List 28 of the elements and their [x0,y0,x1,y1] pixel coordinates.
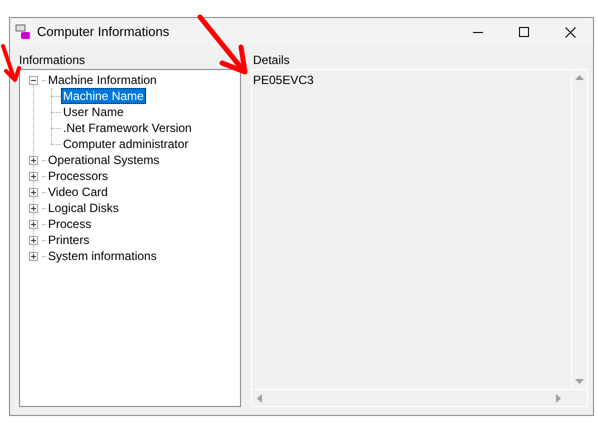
collapse-icon[interactable] [29,76,38,84]
expand-icon[interactable] [29,172,38,180]
expand-icon[interactable] [29,156,38,164]
annotation-arrow [198,14,248,74]
tree-item[interactable]: .Net Framework Version [61,120,194,136]
details-text: PE05EVC3 [253,73,314,87]
tree-item[interactable]: Processors [46,168,110,184]
tree-item[interactable]: Operational Systems [46,152,162,168]
tree-item[interactable]: User Name [61,104,126,120]
expand-icon[interactable] [29,220,38,228]
tree-item[interactable]: Machine Name [61,88,146,104]
tree-item[interactable]: Video Card [46,184,110,200]
tree-item[interactable]: Printers [46,232,92,248]
expand-icon[interactable] [29,204,38,212]
window-title: Computer Informations [37,23,170,42]
tree-item[interactable]: Process [46,216,94,232]
annotation-arrow [1,44,21,82]
tree-item[interactable]: System informations [46,248,159,264]
expand-icon[interactable] [29,252,38,260]
section-label: Details [252,52,291,68]
close-icon [564,26,576,38]
expand-icon[interactable] [29,188,38,196]
tree-item[interactable]: Machine Information [46,72,159,88]
tree-item[interactable]: Logical Disks [46,200,121,216]
app-icon [15,24,31,40]
tree-item[interactable]: Computer administrator [61,136,190,152]
expand-icon[interactable] [29,236,38,244]
section-label: Informations [19,52,86,68]
